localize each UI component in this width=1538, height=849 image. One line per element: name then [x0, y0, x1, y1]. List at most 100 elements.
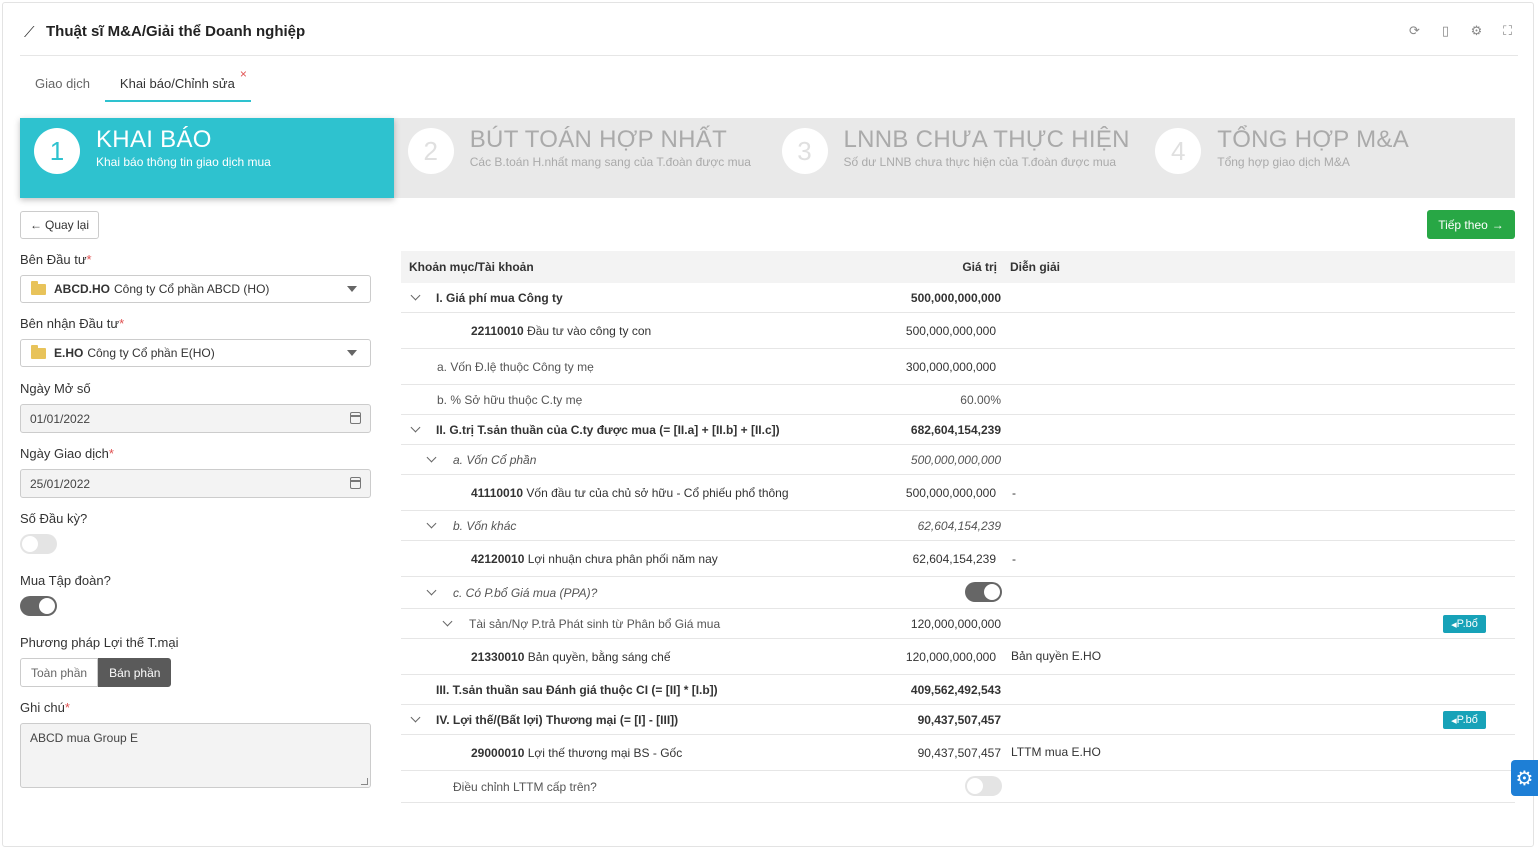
magic-wand-icon: ⟋ [24, 24, 35, 41]
table-row[interactable]: 21330010 Bản quyền, bằng sáng chế 120,00… [401, 639, 1515, 675]
back-label: Quay lại [44, 218, 90, 232]
calendar-icon[interactable] [350, 477, 361, 489]
row-label: 29000010 Lợi thế thương mại BS - Gốc [471, 746, 683, 760]
settings-float-button[interactable]: ⚙ [1511, 760, 1538, 796]
chevron-down-icon[interactable] [410, 290, 421, 301]
method-full-option[interactable]: Toàn phần [20, 658, 99, 687]
table-row[interactable]: II. G.trị T.sản thuần của C.ty được mua … [401, 415, 1515, 445]
table-row[interactable]: 42120010 Lợi nhuận chưa phân phối năm na… [401, 541, 1515, 577]
tab-label: Giao dịch [35, 76, 90, 91]
calendar-icon[interactable] [350, 412, 361, 424]
row-label: 41110010 Vốn đầu tư của chủ sở hữu - Cổ … [471, 486, 789, 500]
chevron-down-icon[interactable] [410, 422, 421, 433]
step-desc: Khai báo thông tin giao dịch mua [96, 155, 271, 169]
next-button[interactable]: Tiếp theo → [1427, 210, 1515, 239]
table-row[interactable]: Tài sản/Nợ P.trả Phát sinh từ Phân bổ Gi… [401, 609, 1515, 639]
row-value: 500,000,000,000 [905, 486, 996, 500]
table-row[interactable]: 22110010 Đầu tư vào công ty con 500,000,… [401, 313, 1515, 349]
table-row[interactable]: III. T.sản thuần sau Đánh giá thuộc CI (… [401, 675, 1515, 705]
caret-down-icon [347, 286, 357, 292]
table-row[interactable]: Điều chỉnh LTTM cấp trên? [401, 771, 1515, 803]
row-value: 62,604,154,239 [912, 552, 996, 566]
row-label: b. % Sở hữu thuộc C.ty mẹ [437, 393, 583, 407]
row-value: 500,000,000,000 [905, 324, 996, 338]
row-value: 500,000,000,000 [910, 291, 1001, 305]
step-title: LNNB CHƯA THỰC HIỆN [843, 126, 1130, 153]
note-text: ABCD mua Group E [30, 731, 139, 745]
table-row[interactable]: IV. Lợi thế/(Bất lợi) Thương mại (= [I] … [401, 705, 1515, 735]
opening-toggle[interactable] [20, 534, 57, 554]
row-value: 682,604,154,239 [910, 423, 1001, 437]
table-row[interactable]: 41110010 Vốn đầu tư của chủ sở hữu - Cổ … [401, 475, 1515, 511]
open-date-field[interactable]: 01/01/2022 [20, 404, 371, 433]
step-number: 2 [407, 128, 454, 174]
investor-name: Công ty Cổ phần ABCD (HO) [114, 282, 270, 296]
trans-date-value: 25/01/2022 [30, 476, 91, 491]
fullscreen-icon[interactable]: ⛶ [1499, 22, 1516, 39]
method-partial-option[interactable]: Bán phần [98, 658, 172, 687]
gear-icon[interactable]: ⚙ [1468, 22, 1485, 39]
step-desc: Số dư LNNB chưa thực hiện của T.đoàn đượ… [843, 155, 1117, 169]
step-2[interactable]: 2 BÚT TOÁN HỢP NHẤT Các B.toán H.nhất ma… [394, 118, 768, 198]
col-value-header: Giá trị [962, 260, 997, 274]
close-icon[interactable]: × [240, 67, 247, 81]
back-button[interactable]: ← Quay lại [20, 211, 99, 239]
table-row[interactable]: a. Vốn Đ.lệ thuộc Công ty mẹ 300,000,000… [401, 349, 1515, 385]
step-title: BÚT TOÁN HỢP NHẤT [469, 126, 728, 153]
trans-date-field[interactable]: 25/01/2022 [20, 469, 371, 498]
page-header: ⟋ Thuật sĩ M&A/Giải thể Doanh nghiệp ⟳ ▯… [20, 20, 1518, 56]
row-desc: - [1012, 486, 1016, 500]
open-date-value: 01/01/2022 [30, 411, 91, 426]
col-item-header: Khoản mục/Tài khoản [409, 260, 534, 274]
table-row[interactable]: b. % Sở hữu thuộc C.ty mẹ 60.00% [401, 385, 1515, 415]
chevron-down-icon[interactable] [442, 616, 453, 627]
step-1[interactable]: 1 KHAI BÁO Khai báo thông tin giao dịch … [20, 118, 394, 198]
file-icon[interactable]: ▯ [1437, 22, 1454, 39]
row-label: Tài sản/Nợ P.trả Phát sinh từ Phân bổ Gi… [469, 617, 721, 631]
step-3[interactable]: 3 LNNB CHƯA THỰC HIỆN Số dư LNNB chưa th… [768, 118, 1142, 198]
tab-label: Khai báo/Chỉnh sửa [119, 76, 235, 91]
chevron-down-icon[interactable] [426, 585, 437, 596]
ppa-toggle[interactable] [965, 582, 1002, 602]
investee-code: E.HO [54, 346, 84, 360]
row-label: IV. Lợi thế/(Bất lợi) Thương mại (= [I] … [436, 713, 679, 727]
row-label: 42120010 Lợi nhuận chưa phân phối năm na… [471, 552, 718, 566]
allocate-button[interactable]: ◂ P.bổ [1443, 711, 1486, 729]
refresh-icon[interactable]: ⟳ [1406, 22, 1423, 39]
table-row[interactable]: a. Vốn Cổ phần 500,000,000,000 [401, 445, 1515, 475]
resize-handle[interactable] [361, 778, 368, 785]
investor-select[interactable]: ABCD.HO Công ty Cổ phần ABCD (HO) [20, 275, 371, 303]
gear-icon: ⚙ [1515, 767, 1534, 790]
adjust-toggle[interactable] [965, 776, 1002, 796]
wizard-steps: 1 KHAI BÁO Khai báo thông tin giao dịch … [20, 118, 1515, 198]
step-4[interactable]: 4 TỔNG HỢP M&A Tổng hợp giao dịch M&A [1141, 118, 1515, 198]
row-value: 90,437,507,457 [917, 713, 1001, 727]
tab-khai-bao[interactable]: Khai báo/Chỉnh sửa × [104, 66, 251, 102]
chevron-down-icon[interactable] [426, 452, 437, 463]
step-number: 4 [1155, 128, 1202, 174]
table-row[interactable]: b. Vốn khác 62,604,154,239 [401, 511, 1515, 541]
row-value: 300,000,000,000 [905, 360, 996, 374]
open-date-label: Ngày Mở số [20, 381, 91, 396]
trans-date-label: Ngày Giao dịch* [20, 446, 114, 461]
row-label: a. Vốn Cổ phần [453, 453, 537, 467]
table-row[interactable]: c. Có P.bổ Giá mua (PPA)? [401, 577, 1515, 609]
tab-bar: Giao dịch Khai báo/Chỉnh sửa × [20, 66, 251, 102]
row-desc: Bản quyền E.HO [1011, 649, 1102, 663]
row-label: a. Vốn Đ.lệ thuộc Công ty mẹ [437, 360, 594, 374]
investee-select[interactable]: E.HO Công ty Cổ phần E(HO) [20, 339, 371, 367]
row-label: II. G.trị T.sản thuần của C.ty được mua … [436, 423, 780, 437]
chevron-down-icon[interactable] [426, 518, 437, 529]
investee-label: Bên nhận Đầu tư* [20, 316, 125, 331]
table-row[interactable]: I. Giá phí mua Công ty 500,000,000,000 [401, 283, 1515, 313]
allocate-button[interactable]: ◂ P.bổ [1443, 615, 1486, 633]
table-row[interactable]: 29000010 Lợi thế thương mại BS - Gốc 90,… [401, 735, 1515, 771]
row-label: I. Giá phí mua Công ty [436, 291, 563, 305]
chevron-down-icon[interactable] [410, 712, 421, 723]
note-textarea[interactable]: ABCD mua Group E [20, 723, 371, 788]
investor-label: Bên Đầu tư* [20, 252, 92, 267]
tab-giao-dich[interactable]: Giao dịch [20, 66, 105, 102]
group-toggle[interactable] [20, 596, 57, 616]
col-desc-header: Diễn giải [1010, 260, 1061, 274]
arrow-right-icon: → [1491, 217, 1504, 232]
